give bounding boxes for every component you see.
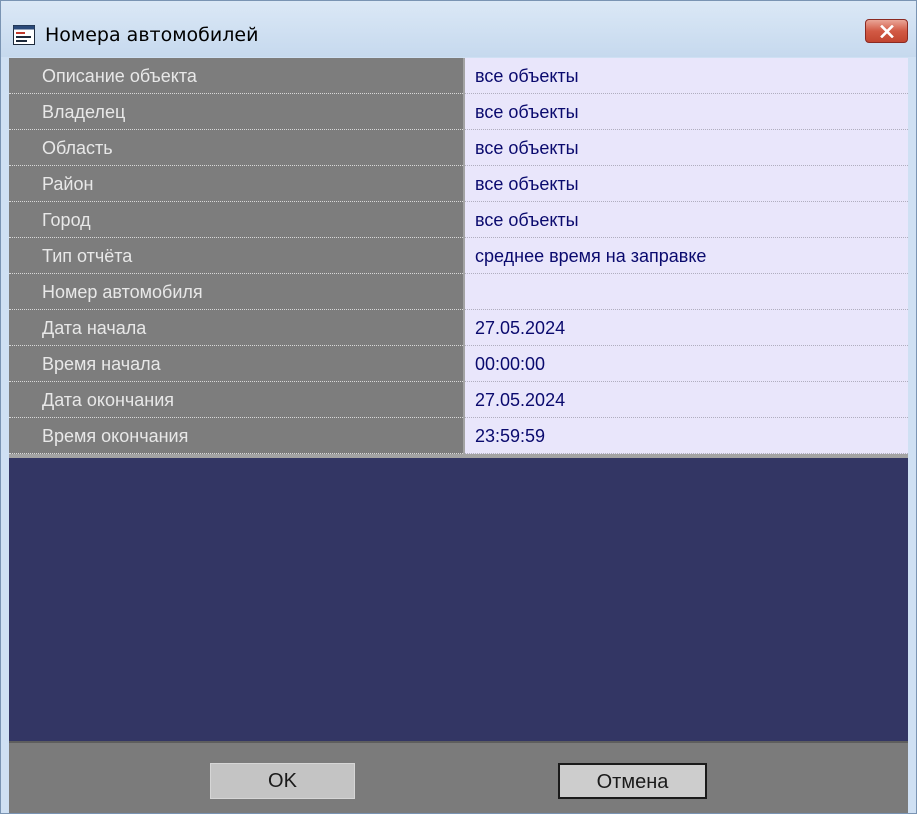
parameter-label-cell: Область <box>9 130 463 166</box>
parameter-value-cell[interactable]: среднее время на заправке <box>465 238 908 274</box>
parameter-value: все объекты <box>475 66 579 86</box>
parameter-value-cell[interactable]: 23:59:59 <box>465 418 908 454</box>
parameter-label: Время окончания <box>42 426 189 446</box>
parameter-value-cell[interactable]: все объекты <box>465 58 908 94</box>
report-dialog-window: Номера автомобилей Описание объекта все … <box>0 0 917 814</box>
parameter-label-cell: Дата окончания <box>9 382 463 418</box>
title-bar[interactable]: Номера автомобилей <box>1 1 916 57</box>
parameter-label: Описание объекта <box>42 66 197 86</box>
table-row[interactable]: Область все объекты <box>9 130 908 166</box>
table-row[interactable]: Город все объекты <box>9 202 908 238</box>
parameter-label-cell: Номер автомобиля <box>9 274 463 310</box>
parameter-value: 23:59:59 <box>475 426 546 446</box>
table-row[interactable]: Дата окончания 27.05.2024 <box>9 382 908 418</box>
table-row[interactable]: Дата начала 27.05.2024 <box>9 310 908 346</box>
parameter-value: 27.05.2024 <box>475 390 566 410</box>
parameter-label: Время начала <box>42 354 161 374</box>
parameter-label-cell: Описание объекта <box>9 58 463 94</box>
cancel-button[interactable]: Отмена <box>558 763 707 799</box>
parameter-value: 00:00:00 <box>475 354 546 374</box>
table-row[interactable]: Время окончания 23:59:59 <box>9 418 908 454</box>
table-row[interactable]: Время начала 00:00:00 <box>9 346 908 382</box>
ok-button[interactable]: OK <box>210 763 355 799</box>
parameter-label: Дата начала <box>42 318 147 338</box>
parameter-value-cell[interactable]: 27.05.2024 <box>465 382 908 418</box>
parameter-label-cell: Район <box>9 166 463 202</box>
parameter-value-cell[interactable]: все объекты <box>465 202 908 238</box>
parameter-value-cell[interactable] <box>465 274 908 310</box>
close-button[interactable] <box>865 19 908 43</box>
parameter-value: все объекты <box>475 210 579 230</box>
parameter-label-cell: Время окончания <box>9 418 463 454</box>
table-row[interactable]: Номер автомобиля <box>9 274 908 310</box>
parameter-label: Область <box>42 138 113 158</box>
parameter-label: Владелец <box>42 102 126 122</box>
table-row[interactable]: Владелец все объекты <box>9 94 908 130</box>
table-row[interactable]: Тип отчёта среднее время на заправке <box>9 238 908 274</box>
parameter-value-cell[interactable]: 00:00:00 <box>465 346 908 382</box>
parameter-label-cell: Тип отчёта <box>9 238 463 274</box>
form-window-icon <box>13 25 35 45</box>
parameter-value: все объекты <box>475 102 579 122</box>
parameter-value-cell[interactable]: 27.05.2024 <box>465 310 908 346</box>
parameter-value: все объекты <box>475 138 579 158</box>
parameter-value: 27.05.2024 <box>475 318 566 338</box>
parameter-value: среднее время на заправке <box>475 246 707 266</box>
parameter-label-cell: Время начала <box>9 346 463 382</box>
parameter-value-cell[interactable]: все объекты <box>465 166 908 202</box>
parameter-label: Дата окончания <box>42 390 175 410</box>
parameter-value: все объекты <box>475 174 579 194</box>
table-row[interactable]: Описание объекта все объекты <box>9 58 908 94</box>
close-x-icon <box>880 25 894 38</box>
parameter-label-cell: Город <box>9 202 463 238</box>
parameter-value-cell[interactable]: все объекты <box>465 130 908 166</box>
dialog-client-area: Описание объекта все объекты Владелец вс… <box>9 58 908 813</box>
parameter-value-cell[interactable]: все объекты <box>465 94 908 130</box>
button-bar: OK Отмена <box>9 741 908 813</box>
parameter-label: Район <box>42 174 94 194</box>
parameter-label: Номер автомобиля <box>42 282 203 302</box>
parameter-label-cell: Дата начала <box>9 310 463 346</box>
table-row[interactable]: Район все объекты <box>9 166 908 202</box>
parameter-label-cell: Владелец <box>9 94 463 130</box>
parameter-label: Тип отчёта <box>42 246 133 266</box>
report-parameters-table: Описание объекта все объекты Владелец вс… <box>9 58 908 458</box>
window-title: Номера автомобилей <box>45 24 259 46</box>
parameter-label: Город <box>42 210 91 230</box>
